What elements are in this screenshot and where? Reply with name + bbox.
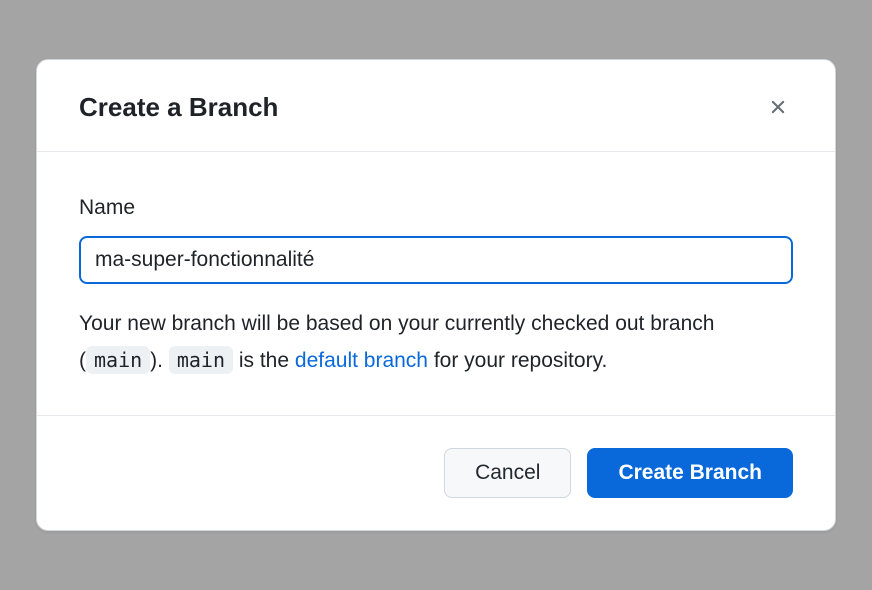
- help-text: Your new branch will be based on your cu…: [79, 306, 793, 380]
- help-text-mid2: is the: [233, 349, 295, 372]
- create-branch-dialog: Create a Branch Name Your new branch wil…: [36, 59, 836, 532]
- cancel-button[interactable]: Cancel: [444, 448, 571, 498]
- close-button[interactable]: [763, 92, 793, 122]
- dialog-title: Create a Branch: [79, 92, 278, 123]
- dialog-body: Name Your new branch will be based on yo…: [37, 152, 835, 417]
- branch-code: main: [169, 346, 233, 374]
- name-label: Name: [79, 196, 793, 220]
- dialog-header: Create a Branch: [37, 60, 835, 152]
- help-text-mid1: ).: [150, 349, 169, 372]
- help-text-suffix: for your repository.: [428, 349, 607, 372]
- close-icon: [767, 96, 789, 118]
- branch-code: main: [86, 346, 150, 374]
- dialog-footer: Cancel Create Branch: [37, 416, 835, 530]
- default-branch-link[interactable]: default branch: [295, 349, 428, 372]
- create-branch-button[interactable]: Create Branch: [587, 448, 793, 498]
- branch-name-input[interactable]: [79, 236, 793, 284]
